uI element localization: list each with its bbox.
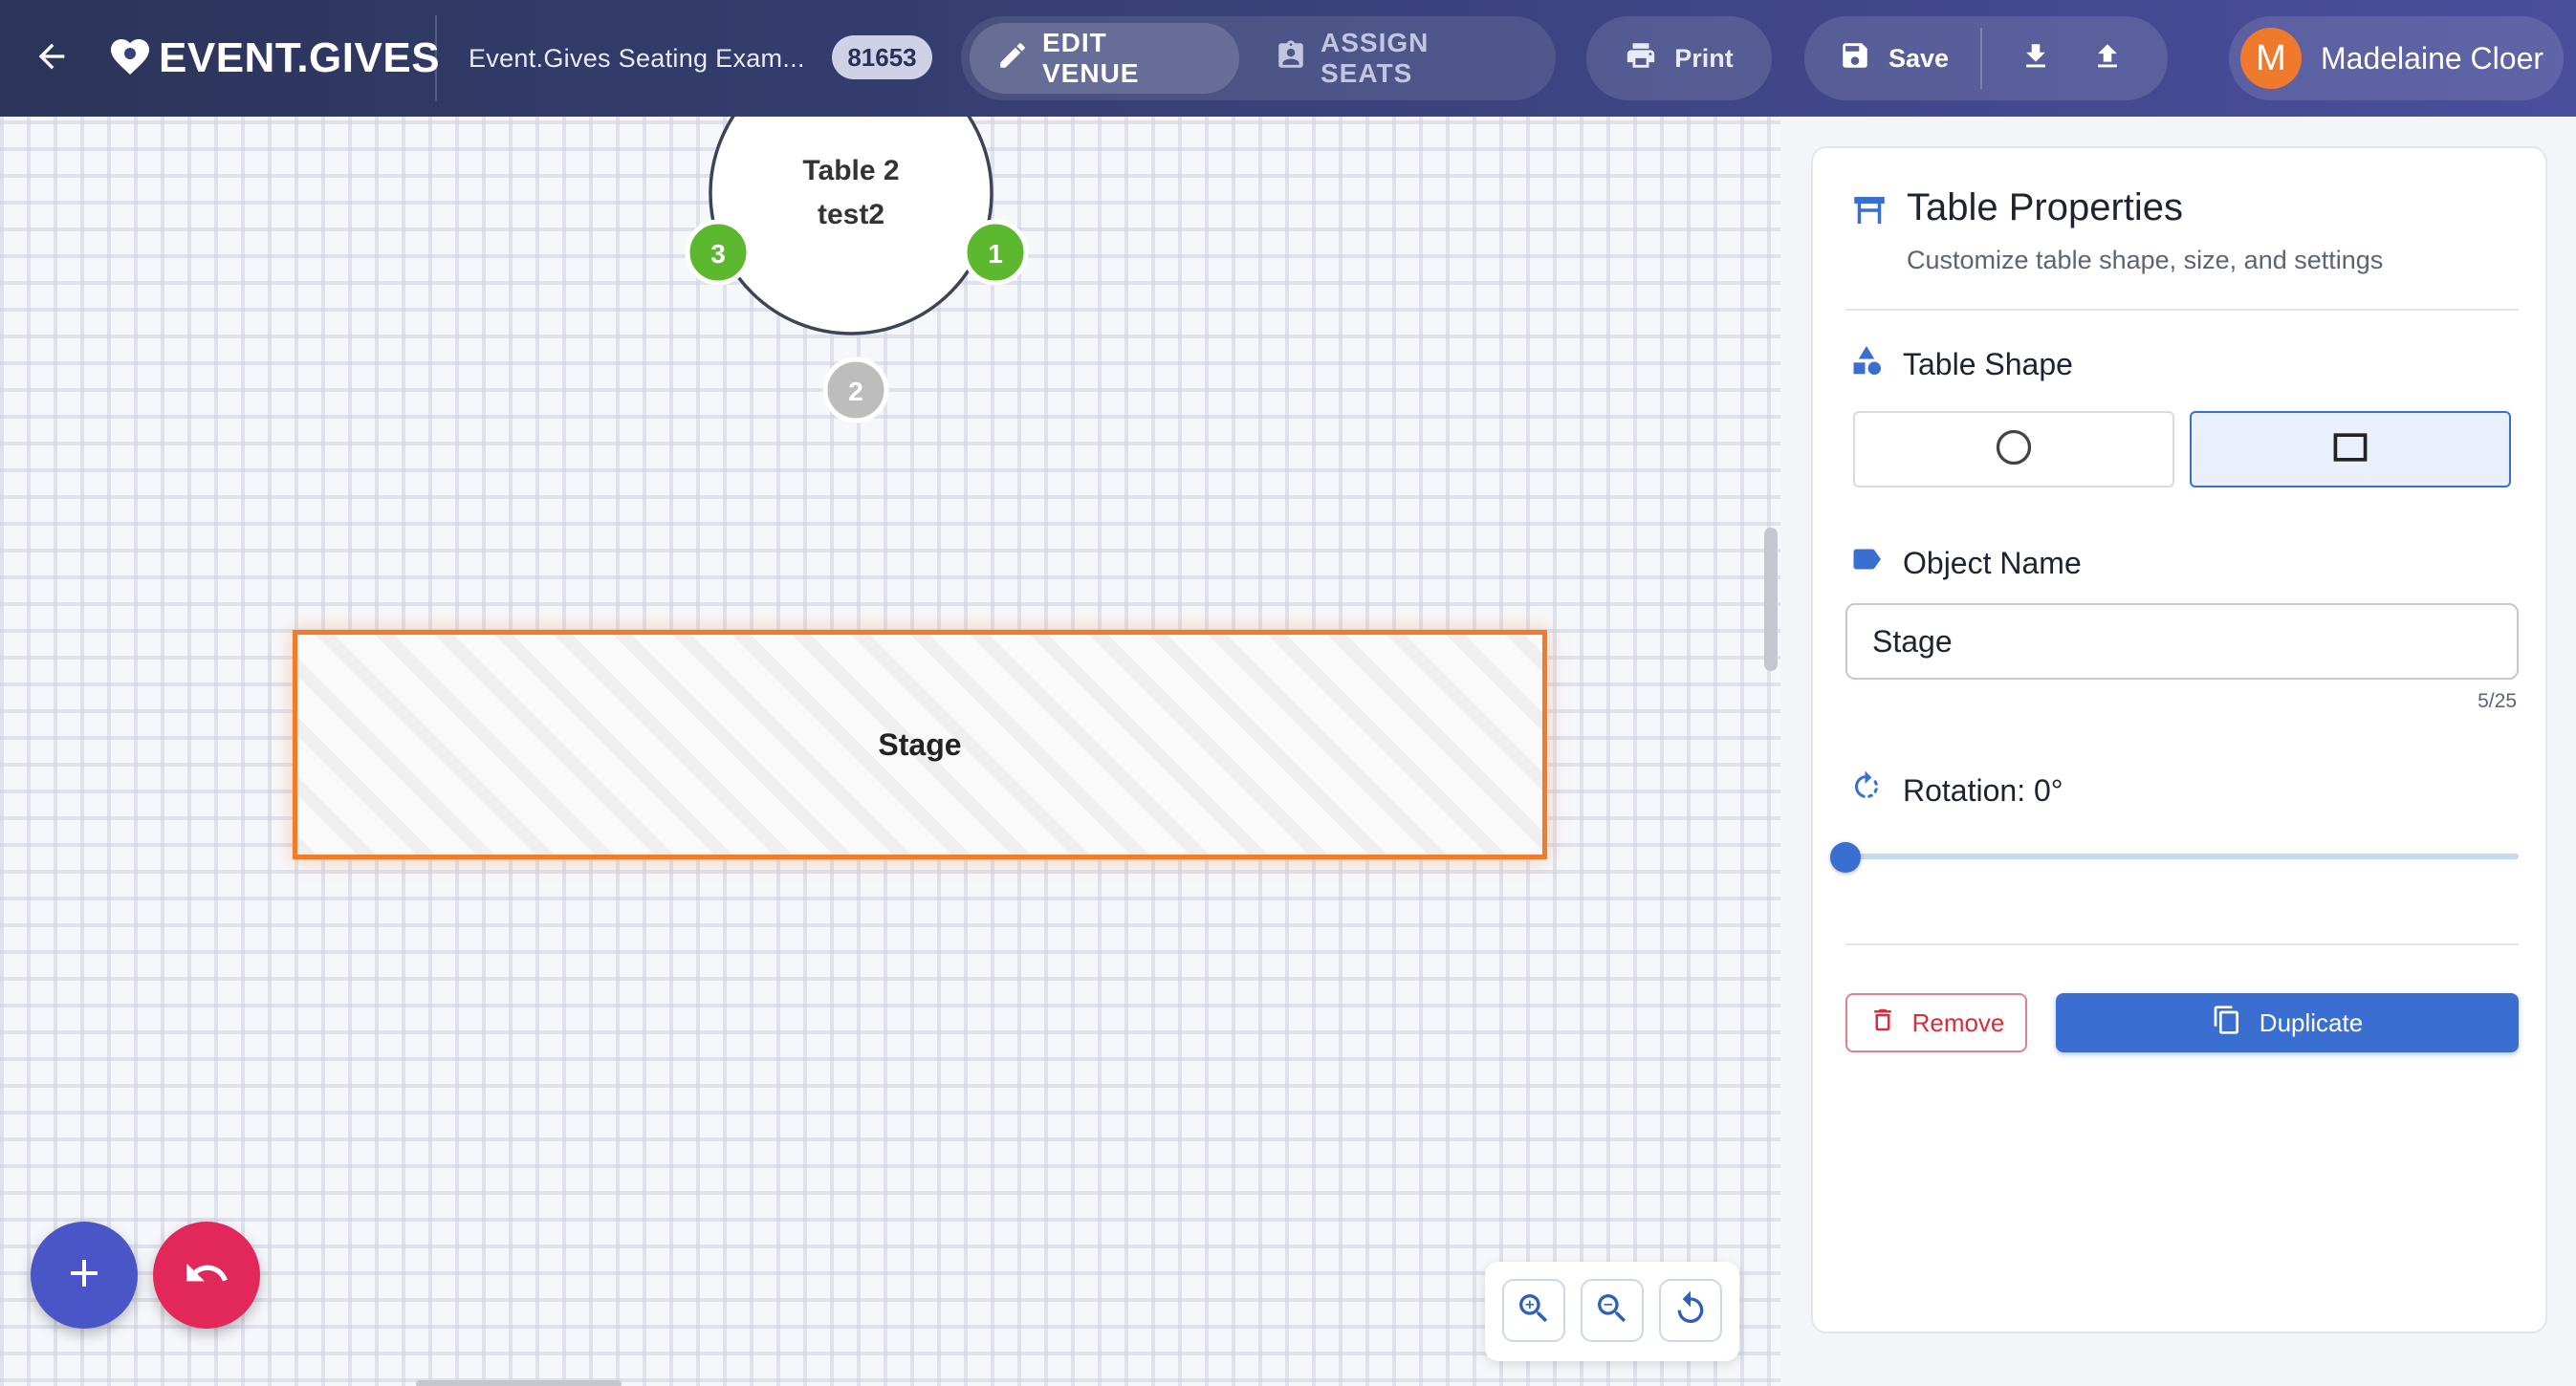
edit-venue-label: EDIT VENUE: [1042, 28, 1140, 88]
duplicate-label: Duplicate: [2259, 1007, 2364, 1037]
undo-button[interactable]: [153, 1222, 260, 1329]
edit-venue-button[interactable]: EDIT VENUE: [970, 23, 1239, 94]
object-name-heading: Object Name: [1849, 542, 2082, 584]
rotate-icon: [1849, 769, 1884, 812]
vertical-scrollbar[interactable]: [1764, 528, 1778, 671]
user-menu[interactable]: M Madelaine Cloer: [2229, 16, 2564, 100]
remove-button[interactable]: Remove: [1845, 993, 2027, 1052]
rotation-label: Rotation: 0°: [1903, 772, 2063, 808]
panel-divider: [1845, 309, 2519, 311]
table-shape-heading: Table Shape: [1849, 343, 2073, 385]
rotation-slider[interactable]: [1845, 854, 2519, 859]
object-name-input[interactable]: [1845, 603, 2519, 680]
duplicate-button[interactable]: Duplicate: [2056, 993, 2519, 1052]
download-button[interactable]: [2007, 30, 2064, 87]
zoom-out-icon: [1593, 1289, 1631, 1332]
save-label: Save: [1888, 43, 1950, 73]
top-bar: EVENT.GIVES Event.Gives Seating Exam... …: [0, 0, 2576, 117]
panel-title: Table Properties: [1907, 186, 2184, 228]
seat-2[interactable]: 2: [822, 357, 889, 423]
shapes-icon: [1849, 343, 1884, 385]
table-group-label: test2: [818, 199, 884, 230]
horizontal-scrollbar[interactable]: [416, 1380, 622, 1386]
venue-canvas[interactable]: Table 2 test2 3 1 2 Stage: [0, 117, 1780, 1386]
circle-icon: [1993, 426, 2035, 473]
table-properties-panel: Table Properties Customize table shape, …: [1811, 146, 2547, 1333]
app-logo[interactable]: EVENT.GIVES: [107, 27, 440, 90]
upload-icon: [2091, 40, 2124, 77]
round-shape-option[interactable]: [1853, 411, 2174, 487]
zoom-in-button[interactable]: [1502, 1279, 1565, 1342]
logo-text: EVENT.GIVES: [159, 34, 441, 81]
event-title: Event.Gives Seating Exam...: [469, 43, 805, 73]
download-icon: [2019, 40, 2052, 77]
seat-number: 2: [848, 377, 863, 406]
rotation-slider-thumb[interactable]: [1830, 842, 1861, 873]
user-name: Madelaine Cloer: [2321, 40, 2544, 76]
floppy-disk-icon: [1839, 39, 1871, 78]
square-icon: [2329, 426, 2371, 473]
back-button[interactable]: [21, 28, 82, 89]
seat-number: 3: [710, 239, 726, 269]
reset-icon: [1671, 1289, 1710, 1332]
table-icon: [1849, 190, 1889, 230]
save-divider: [1980, 28, 1982, 89]
panel-subtitle: Customize table shape, size, and setting…: [1907, 246, 2384, 274]
zoom-out-button[interactable]: [1581, 1279, 1644, 1342]
print-button[interactable]: Print: [1586, 16, 1772, 100]
add-object-button[interactable]: [31, 1222, 138, 1329]
seat-1[interactable]: 1: [962, 219, 1029, 286]
zoom-controls: [1485, 1262, 1739, 1361]
assign-seats-label: ASSIGN SEATS: [1321, 28, 1430, 88]
pencil-icon: [996, 39, 1029, 78]
assignment-icon: [1275, 39, 1307, 78]
character-count: 5/25: [2478, 690, 2517, 712]
save-button[interactable]: Save: [1839, 16, 1949, 100]
upload-button[interactable]: [2079, 30, 2136, 87]
object-name-label: Object Name: [1903, 545, 2082, 580]
arrow-left-icon: [33, 37, 71, 80]
round-table[interactable]: Table 2 test2 3 1 2: [669, 117, 1052, 423]
panel-divider: [1845, 943, 2519, 945]
label-tag-icon: [1849, 542, 1884, 584]
undo-icon: [183, 1249, 230, 1302]
save-group: Save: [1804, 16, 2168, 100]
print-label: Print: [1674, 43, 1734, 73]
rectangle-shape-option[interactable]: [2190, 411, 2511, 487]
mode-toggle-group: EDIT VENUE ASSIGN SEATS: [961, 16, 1556, 100]
seat-3[interactable]: 3: [685, 219, 752, 286]
trash-icon: [1868, 1006, 1897, 1041]
avatar: M: [2240, 28, 2302, 89]
printer-icon: [1625, 39, 1657, 78]
event-id-badge: 81653: [832, 35, 932, 79]
remove-label: Remove: [1911, 1007, 2005, 1037]
header-divider: [435, 15, 437, 101]
reset-zoom-button[interactable]: [1659, 1279, 1722, 1342]
copy-icon: [2212, 1005, 2242, 1042]
stage-object[interactable]: Stage: [293, 630, 1547, 859]
table-shape-label: Table Shape: [1903, 346, 2073, 381]
heart-logo-icon: [107, 33, 153, 84]
seat-number: 1: [988, 239, 1003, 269]
rotation-heading: Rotation: 0°: [1849, 769, 2063, 812]
zoom-in-icon: [1515, 1289, 1553, 1332]
stage-label: Stage: [878, 726, 962, 762]
assign-seats-button[interactable]: ASSIGN SEATS: [1248, 23, 1550, 94]
table-name-label: Table 2: [802, 155, 899, 186]
plus-icon: [61, 1250, 107, 1301]
